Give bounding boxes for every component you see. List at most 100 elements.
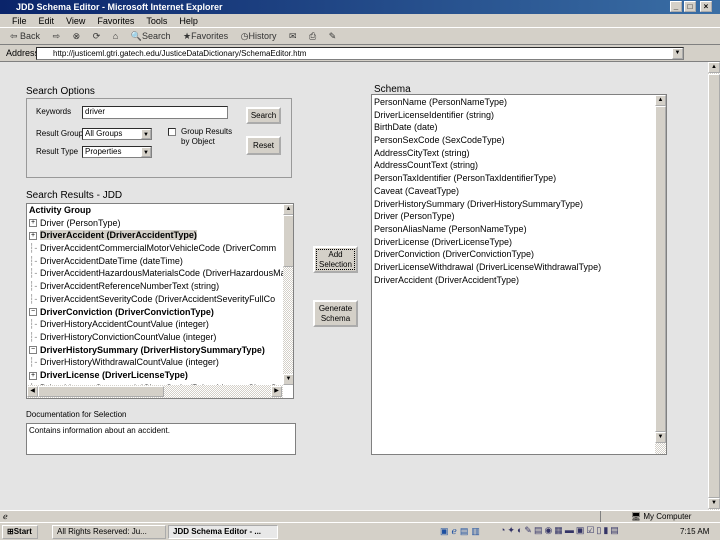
documentation-title: Documentation for Selection: [26, 410, 127, 419]
scroll-thumb[interactable]: [283, 215, 293, 267]
page-vertical-scrollbar[interactable]: ▲ ▼: [708, 62, 720, 510]
scroll-down-button[interactable]: ▼: [655, 432, 666, 443]
results-vertical-scrollbar[interactable]: ▲ ▼: [283, 204, 293, 385]
tree-item[interactable]: − DriverConviction (DriverConvictionType): [27, 306, 283, 319]
add-selection-button[interactable]: Add Selection: [313, 246, 358, 273]
tree-group-header[interactable]: Activity Group: [27, 204, 283, 217]
taskbar-task-active[interactable]: JDD Schema Editor - ...: [168, 525, 278, 539]
tree-item-label: DriverAccidentCommercialMotorVehicleCode…: [40, 243, 277, 254]
quick-launch-icons[interactable]: ▣ℯ▤▥: [440, 526, 483, 537]
edit-icon[interactable]: ✎: [329, 31, 337, 41]
schema-item[interactable]: Driver (PersonType): [372, 210, 666, 223]
favorites-button[interactable]: ★Favorites: [183, 31, 228, 41]
refresh-icon[interactable]: ⟳: [93, 31, 101, 41]
minimize-button[interactable]: _: [670, 1, 682, 12]
tree-item[interactable]: + DriverAccident (DriverAccidentType): [27, 229, 283, 242]
collapse-icon[interactable]: −: [29, 346, 37, 355]
menu-favorites[interactable]: Favorites: [97, 16, 134, 26]
menu-help[interactable]: Help: [179, 16, 198, 26]
schema-item[interactable]: DriverLicenseIdentifier (string): [372, 109, 666, 122]
schema-item[interactable]: Caveat (CaveatType): [372, 185, 666, 198]
results-horizontal-scrollbar[interactable]: ◀ ▶: [27, 385, 283, 398]
start-button[interactable]: ⊞Start: [2, 525, 38, 539]
schema-vertical-scrollbar[interactable]: ▲ ▼: [655, 95, 666, 454]
menu-file[interactable]: File: [12, 16, 27, 26]
address-dropdown[interactable]: ▼: [672, 48, 683, 59]
search-button[interactable]: 🔍Search: [131, 31, 171, 41]
schema-item[interactable]: PersonSexCode (SexCodeType): [372, 134, 666, 147]
tree-item-label: DriverAccident (DriverAccidentType): [40, 230, 197, 241]
keywords-input[interactable]: driver: [82, 106, 228, 119]
scroll-up-button[interactable]: ▲: [708, 62, 720, 73]
title-bar: JDD Schema Editor - Microsoft Internet E…: [0, 0, 720, 14]
schema-item[interactable]: BirthDate (date): [372, 121, 666, 134]
tree-item[interactable]: − DriverHistorySummary (DriverHistorySumm…: [27, 344, 283, 357]
schema-item[interactable]: PersonName (PersonNameType): [372, 96, 666, 109]
taskbar-task[interactable]: All Rights Reserved: Ju...: [52, 525, 166, 539]
menu-tools[interactable]: Tools: [146, 16, 167, 26]
print-icon[interactable]: ⎙: [309, 31, 316, 41]
menu-edit[interactable]: Edit: [39, 16, 55, 26]
schema-item[interactable]: DriverAccident (DriverAccidentType): [372, 274, 666, 287]
schema-item[interactable]: DriverHistorySummary (DriverHistorySumma…: [372, 198, 666, 211]
tree-item[interactable]: + Driver (PersonType): [27, 217, 283, 230]
stop-icon[interactable]: ⊗: [73, 31, 81, 41]
history-button[interactable]: ◷History: [241, 31, 277, 41]
back-button[interactable]: ⇦ Back: [10, 31, 40, 41]
tree-item[interactable]: ┆- DriverAccidentDateTime (dateTime): [27, 255, 283, 268]
menu-view[interactable]: View: [66, 16, 85, 26]
home-icon[interactable]: ⌂: [113, 31, 118, 41]
scroll-right-button[interactable]: ▶: [271, 386, 282, 397]
address-label: Address: [6, 48, 40, 58]
zone-text: My Computer: [643, 512, 692, 521]
expand-icon[interactable]: +: [29, 219, 37, 228]
group-results-checkbox[interactable]: [168, 128, 176, 136]
tree-line-icon: ┆-: [29, 268, 38, 279]
forward-button[interactable]: ⇨: [53, 31, 61, 41]
schema-item[interactable]: AddressCountText (string): [372, 159, 666, 172]
tree-item[interactable]: ┆- DriverHistoryWithdrawalCountValue (int…: [27, 356, 283, 369]
search-button[interactable]: Search: [246, 107, 281, 124]
tree-item[interactable]: ┆- DriverHistoryConvictionCountValue (int…: [27, 331, 283, 344]
expand-icon[interactable]: +: [29, 371, 37, 380]
scroll-up-button[interactable]: ▲: [655, 95, 666, 106]
generate-schema-button[interactable]: Generate Schema: [313, 300, 358, 327]
maximize-button[interactable]: □: [684, 1, 696, 12]
schema-item[interactable]: DriverConviction (DriverConvictionType): [372, 248, 666, 261]
result-type-select[interactable]: Properties ▼: [82, 146, 152, 158]
collapse-icon[interactable]: −: [29, 308, 37, 317]
h-scroll-thumb[interactable]: [38, 386, 164, 397]
result-group-select[interactable]: All Groups ▼: [82, 128, 152, 140]
scroll-left-button[interactable]: ◀: [27, 386, 38, 397]
tree-item[interactable]: ┆- DriverAccidentSeverityCode (DriverAcci…: [27, 293, 283, 306]
clock: 7:15 AM: [680, 527, 710, 536]
toolbar: ⇦ Back ⇨ ⊗ ⟳ ⌂ 🔍Search ★Favorites ◷Histo…: [0, 28, 720, 45]
keywords-label: Keywords: [36, 107, 72, 116]
schema-item[interactable]: PersonTaxIdentifier (PersonTaxIdentifier…: [372, 172, 666, 185]
schema-item[interactable]: AddressCityText (string): [372, 147, 666, 160]
system-tray-icons[interactable]: ◔✦◐✎▤◉▦▬▣☑▯▮▤: [500, 525, 621, 536]
tree-item[interactable]: ┆- DriverAccidentReferenceNumberText (str…: [27, 280, 283, 293]
schema-item[interactable]: PersonAliasName (PersonNameType): [372, 223, 666, 236]
tree-item[interactable]: + DriverLicense (DriverLicenseType): [27, 369, 283, 382]
scroll-down-button[interactable]: ▼: [708, 498, 720, 509]
expand-icon[interactable]: +: [29, 232, 37, 240]
close-button[interactable]: ×: [700, 1, 712, 12]
scroll-thumb[interactable]: [708, 74, 720, 498]
tree-item[interactable]: ┆- DriverAccidentCommercialMotorVehicleCo…: [27, 242, 283, 255]
tree-item[interactable]: ┆- DriverHistoryAccidentCountValue (integ…: [27, 318, 283, 331]
schema-list[interactable]: PersonName (PersonNameType) DriverLicense…: [371, 94, 667, 455]
schema-item[interactable]: DriverLicenseWithdrawal (DriverLicenseWi…: [372, 261, 666, 274]
documentation-text[interactable]: Contains information about an accident.: [26, 423, 296, 455]
tree-item[interactable]: ┆- DriverAccidentHazardousMaterialsCode (…: [27, 267, 283, 280]
status-bar: ℯ 🖥 My Computer: [0, 510, 720, 523]
mail-icon[interactable]: ✉: [289, 31, 297, 41]
reset-button[interactable]: Reset: [246, 136, 281, 155]
scroll-thumb[interactable]: [655, 106, 666, 432]
scroll-down-button[interactable]: ▼: [283, 374, 293, 385]
result-type-value: Properties: [85, 147, 122, 156]
schema-item[interactable]: DriverLicense (DriverLicenseType): [372, 236, 666, 249]
search-results-tree[interactable]: Activity Group + Driver (PersonType) + Drive…: [26, 203, 294, 399]
address-input[interactable]: http://justiceml.gtri.gatech.edu/Justice…: [36, 47, 684, 60]
scroll-up-button[interactable]: ▲: [283, 204, 293, 215]
